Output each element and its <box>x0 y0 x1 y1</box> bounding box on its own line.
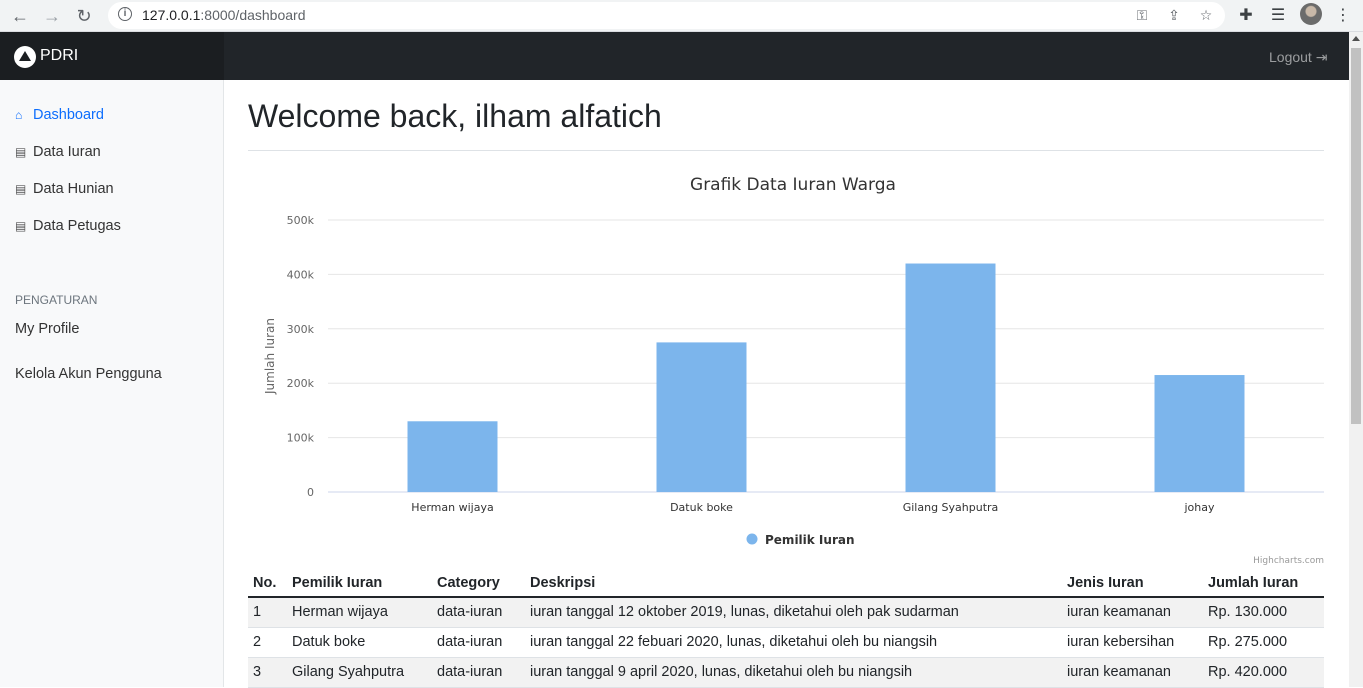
extensions-puzzle-icon[interactable]: ✚ <box>1234 4 1258 28</box>
sidebar-item-label: Data Hunian <box>33 181 114 197</box>
y-tick-label: 200k <box>287 377 315 390</box>
logout-link[interactable]: Logout ⇥ <box>1269 49 1327 66</box>
back-arrow-icon[interactable]: ← <box>8 4 32 28</box>
y-tick-label: 400k <box>287 268 315 281</box>
scrollbar-thumb[interactable] <box>1351 48 1361 424</box>
table-cell: data-iuran <box>432 627 525 658</box>
sidebar-item-dashboard[interactable]: ⌂ Dashboard <box>15 107 104 123</box>
table-cell: Herman wijaya <box>287 597 432 628</box>
x-tick-label: Datuk boke <box>670 501 733 514</box>
media-queue-icon[interactable]: ☰ <box>1266 4 1290 28</box>
y-tick-label: 300k <box>287 323 315 336</box>
share-icon[interactable]: ⇪ <box>1166 7 1182 23</box>
column-header: Category <box>432 570 525 598</box>
scroll-up-arrow-icon[interactable] <box>1352 36 1360 41</box>
table-cell: Rp. 420.000 <box>1203 657 1324 688</box>
bar <box>1154 375 1245 492</box>
table-cell: iuran tanggal 22 febuari 2020, lunas, di… <box>525 627 1062 658</box>
table-cell: Rp. 130.000 <box>1203 597 1324 628</box>
brand[interactable]: PDRI <box>0 32 224 80</box>
table-cell: data-iuran <box>432 597 525 628</box>
site-info-icon[interactable]: i <box>118 7 132 21</box>
table-row[interactable]: 2 Datuk boke data-iuran iuran tanggal 22… <box>248 627 1324 658</box>
sidebar-item-label: Data Iuran <box>33 144 101 160</box>
y-tick-label: 0 <box>307 486 314 499</box>
y-axis-label: Jumlah Iuran <box>263 318 277 395</box>
y-tick-label: 500k <box>287 214 315 227</box>
url-host: 127.0.0.1 <box>142 7 201 23</box>
sidebar-item-kelola-akun[interactable]: Kelola Akun Pengguna <box>15 366 162 382</box>
url-path: :8000/dashboard <box>200 7 306 23</box>
column-header: No. <box>248 570 287 598</box>
column-header: Jenis Iuran <box>1062 570 1203 598</box>
x-tick-label: johay <box>1183 501 1214 514</box>
chart-svg: Grafik Data Iuran Warga 0 100k 200k 300k 400k… <box>263 175 1324 566</box>
table-header-row: No. Pemilik Iuran Category Deskripsi Jen… <box>248 570 1324 598</box>
bar <box>656 342 747 492</box>
y-tick-label: 100k <box>287 432 315 445</box>
document-icon: ▤ <box>15 182 27 196</box>
legend-label: Pemilik Iuran <box>765 533 855 547</box>
legend-marker <box>746 533 758 545</box>
sidebar-item-my-profile[interactable]: My Profile <box>15 321 79 337</box>
profile-avatar[interactable] <box>1300 3 1322 25</box>
address-bar[interactable]: i 127.0.0.1:8000/dashboard ⚿ ⇪ ☆ <box>108 2 1225 29</box>
sidebar-item-label: My Profile <box>15 321 80 337</box>
brand-logo-icon <box>14 46 36 68</box>
sidebar: ⌂ Dashboard ▤ Data Iuran ▤ Data Hunian ▤ Dat… <box>0 80 224 687</box>
sidebar-item-label: Data Petugas <box>33 218 121 234</box>
sidebar-item-data-hunian[interactable]: ▤ Data Hunian <box>15 181 114 197</box>
bar <box>407 421 498 492</box>
column-header: Jumlah Iuran <box>1203 570 1324 598</box>
brand-name: PDRI <box>40 47 79 64</box>
x-tick-label: Gilang Syahputra <box>903 501 999 514</box>
table-cell: Rp. 275.000 <box>1203 627 1324 658</box>
document-icon: ▤ <box>15 145 27 159</box>
table-cell: Datuk boke <box>287 627 432 658</box>
table-cell: 1 <box>248 597 287 628</box>
kebab-menu-icon[interactable]: ⋮ <box>1331 4 1355 28</box>
sidebar-item-data-iuran[interactable]: ▤ Data Iuran <box>15 144 101 160</box>
table-cell: iuran keamanan <box>1062 657 1203 688</box>
sidebar-item-label: Kelola Akun Pengguna <box>15 366 162 382</box>
table-row[interactable]: 3 Gilang Syahputra data-iuran iuran tang… <box>248 657 1324 688</box>
logout-icon: ⇥ <box>1315 49 1328 65</box>
url-text[interactable]: 127.0.0.1:8000/dashboard <box>142 7 305 23</box>
chart-credits: Highcharts.com <box>1253 556 1324 566</box>
table-cell: iuran tanggal 12 oktober 2019, lunas, di… <box>525 597 1062 628</box>
table-cell: 2 <box>248 627 287 658</box>
table-row[interactable]: 1 Herman wijaya data-iuran iuran tanggal… <box>248 597 1324 628</box>
divider <box>248 150 1324 151</box>
column-header: Deskripsi <box>525 570 1062 598</box>
table-cell: iuran tanggal 9 april 2020, lunas, diket… <box>525 657 1062 688</box>
x-tick-label: Herman wijaya <box>411 501 493 514</box>
bar-chart: Grafik Data Iuran Warga 0 100k 200k 300k 400k… <box>248 160 1328 570</box>
app-header: PDRI Logout ⇥ <box>0 32 1349 80</box>
table-cell: Gilang Syahputra <box>287 657 432 688</box>
table-cell: 3 <box>248 657 287 688</box>
sidebar-item-label: Dashboard <box>33 107 104 123</box>
logout-label: Logout <box>1269 49 1312 65</box>
bar <box>905 263 996 492</box>
column-header: Pemilik Iuran <box>287 570 432 598</box>
bookmark-star-icon[interactable]: ☆ <box>1198 7 1214 23</box>
page-title: Welcome back, ilham alfatich <box>248 98 662 134</box>
reload-icon[interactable]: ↻ <box>72 4 96 28</box>
chart-title: Grafik Data Iuran Warga <box>690 175 896 195</box>
iuran-table: No. Pemilik Iuran Category Deskripsi Jen… <box>248 570 1324 688</box>
sidebar-heading: PENGATURAN <box>15 293 98 307</box>
sidebar-item-data-petugas[interactable]: ▤ Data Petugas <box>15 218 121 234</box>
key-icon[interactable]: ⚿ <box>1134 7 1150 23</box>
table-cell: iuran keamanan <box>1062 597 1203 628</box>
forward-arrow-icon[interactable]: → <box>40 4 64 28</box>
table-cell: iuran kebersihan <box>1062 627 1203 658</box>
browser-toolbar: ← → ↻ i 127.0.0.1:8000/dashboard ⚿ ⇪ ☆ ✚… <box>0 0 1363 32</box>
house-icon: ⌂ <box>15 108 23 122</box>
table-cell: data-iuran <box>432 657 525 688</box>
document-icon: ▤ <box>15 219 27 233</box>
